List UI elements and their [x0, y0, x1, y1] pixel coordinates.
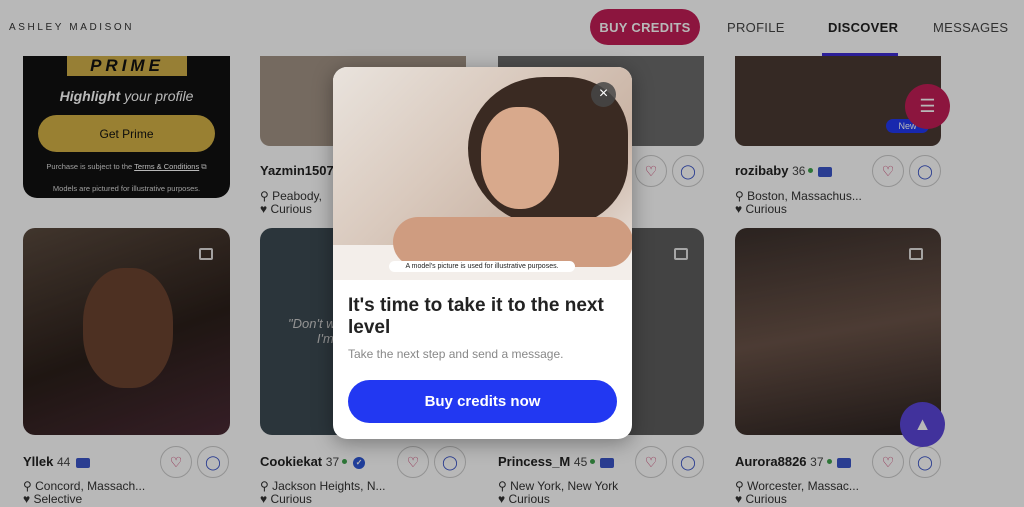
- buy-credits-now-button[interactable]: Buy credits now: [348, 380, 617, 423]
- modal-subtitle: Take the next step and send a message.: [348, 347, 564, 361]
- photo-arm: [393, 217, 632, 267]
- modal-image: A model's picture is used for illustrati…: [333, 67, 632, 280]
- image-disclaimer: A model's picture is used for illustrati…: [389, 261, 575, 272]
- modal-title: It's time to take it to the next level: [348, 295, 604, 338]
- photo-face: [481, 107, 559, 209]
- close-icon[interactable]: ×: [591, 82, 616, 107]
- discover-page: ASHLEY MADISON BUY CREDITS PROFILE DISCO…: [0, 0, 1024, 507]
- upsell-modal: A model's picture is used for illustrati…: [333, 67, 632, 439]
